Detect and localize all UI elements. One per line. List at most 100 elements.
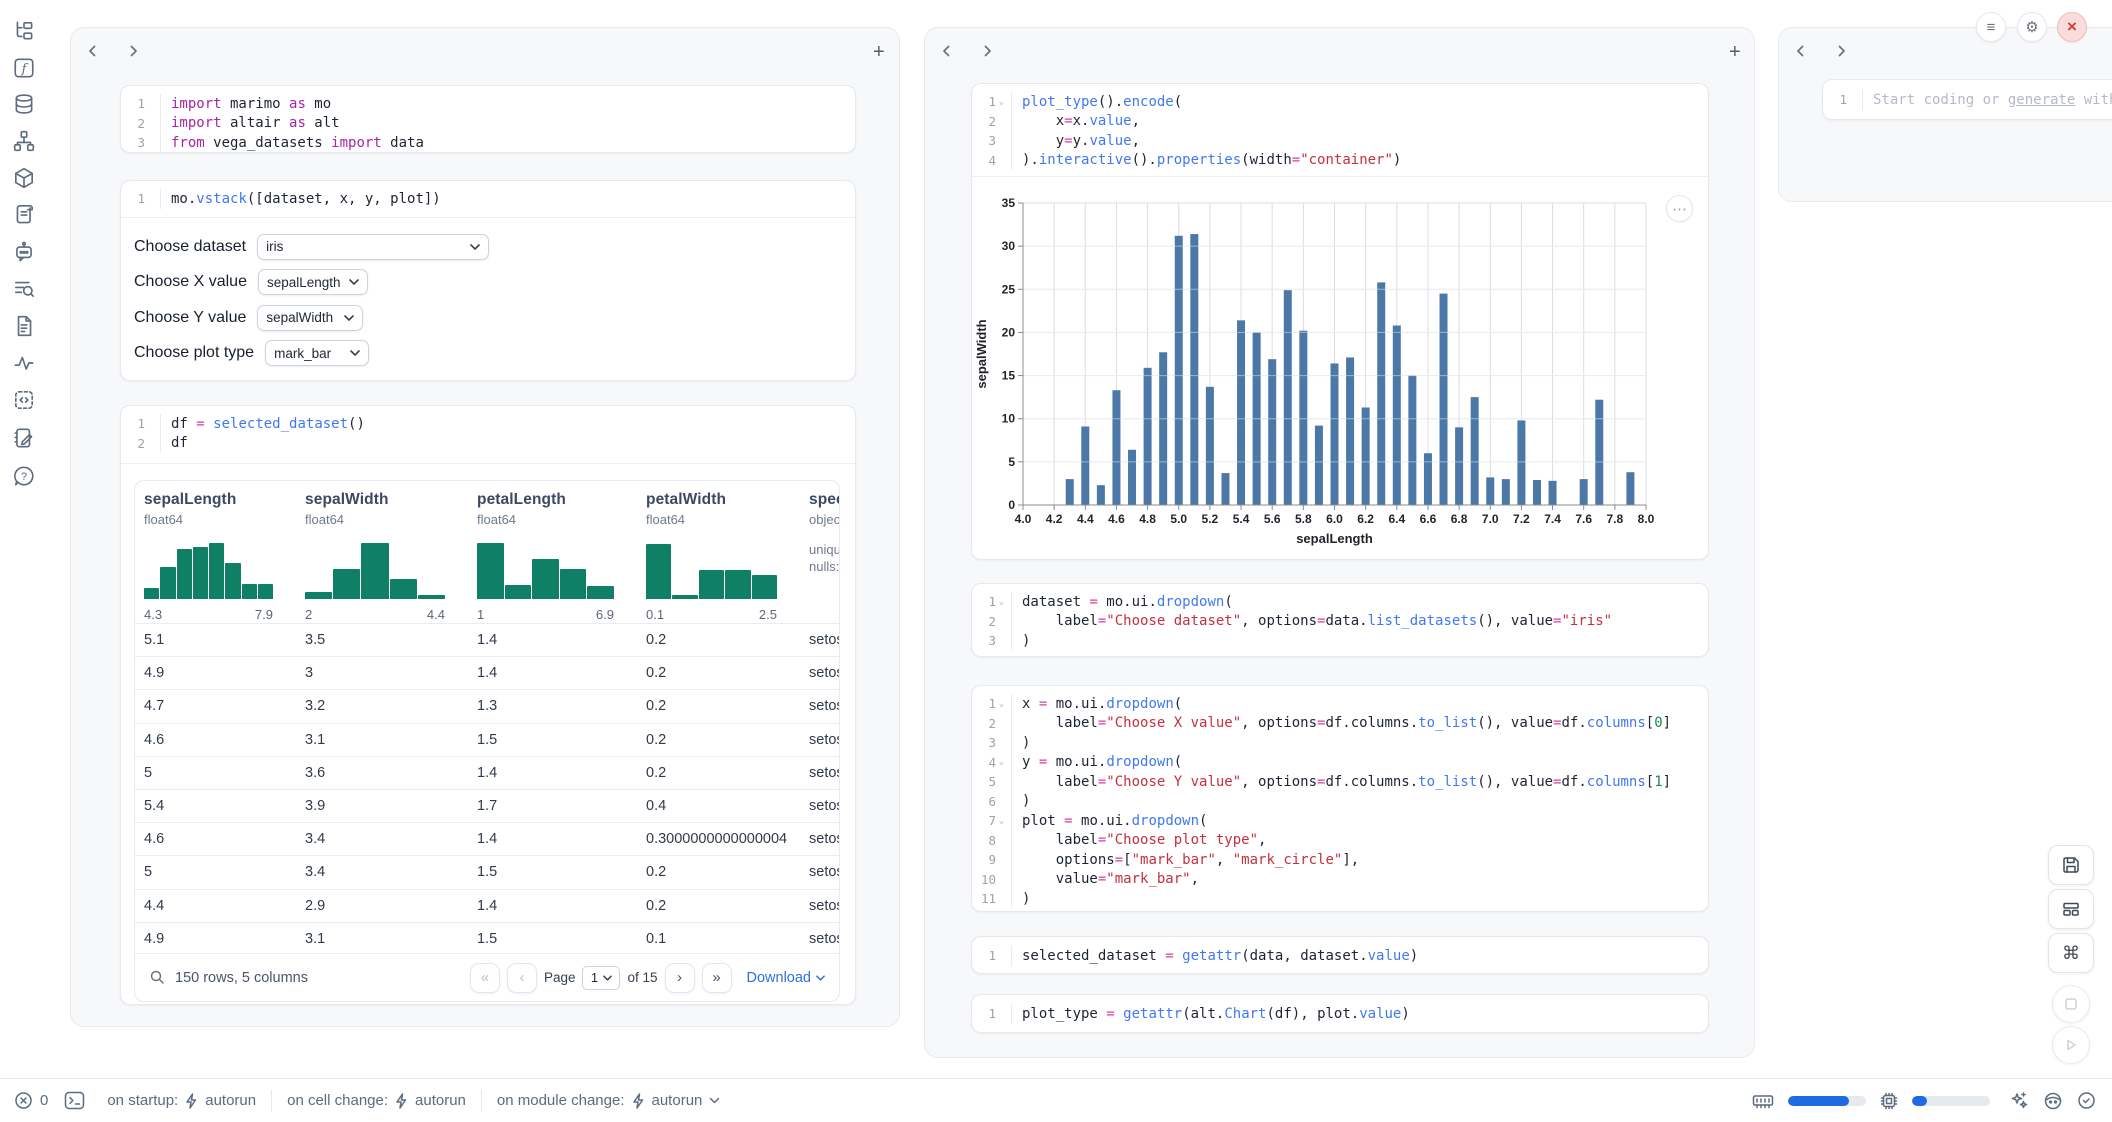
code-line[interactable]: 1⌄dataset = mo.ui.dropdown( [972,592,1708,612]
code-line[interactable]: 3) [972,733,1708,753]
activity-icon[interactable] [12,351,36,375]
code-line[interactable]: 10 value="mark_bar", [972,870,1708,890]
table-row[interactable]: 53.61.40.2setosa [135,756,840,789]
table-row[interactable]: 4.93.11.50.1setosa [135,922,840,955]
code-line[interactable]: 1⌄x = mo.ui.dropdown( [972,694,1708,714]
code-editor[interactable]: 1df = selected_dataset()2df [121,406,855,461]
code-snippet-icon[interactable] [12,388,36,412]
download-button[interactable]: Download [747,970,826,986]
save-button[interactable] [2048,845,2094,885]
column-prev-icon[interactable] [1793,43,1809,59]
dropdown-select[interactable]: iris [257,234,489,260]
table-column-header[interactable]: sepalWidthfloat6424.4 [296,491,468,623]
gear-icon[interactable]: ⚙ [2017,12,2047,42]
connection-status-icon[interactable] [2077,1091,2096,1110]
code-line[interactable]: 2import altair as alt [121,114,855,134]
on-cell-change-setting[interactable]: on cell change: autorun [287,1092,466,1109]
code-line[interactable]: 5 label="Choose Y value", options=df.col… [972,772,1708,792]
help-icon[interactable]: ? [12,464,36,488]
cell-selected-dataset[interactable]: 1selected_dataset = getattr(data, datase… [971,936,1709,974]
code-line[interactable]: 1import marimo as mo [121,94,855,114]
last-page-button[interactable]: » [702,963,732,993]
code-line[interactable]: 3) [972,631,1708,651]
fold-icon[interactable]: ⌄ [996,97,1007,107]
code-line[interactable]: 3 y=y.value, [972,131,1708,151]
sparkles-icon[interactable] [2010,1091,2029,1110]
cell-vstack[interactable]: 1mo.vstack([dataset, x, y, plot]) Choose… [120,180,856,381]
table-row[interactable]: 53.41.50.2setosa [135,855,840,888]
cell-dataset-dropdown[interactable]: 1⌄dataset = mo.ui.dropdown(2 label="Choo… [971,583,1709,657]
code-line[interactable]: 1df = selected_dataset() [121,414,855,434]
code-line[interactable]: 4).interactive().properties(width="conta… [972,151,1708,171]
code-line[interactable]: 1plot_type = getattr(alt.Chart(df), plot… [972,1004,1708,1024]
add-cell-button[interactable]: + [1729,42,1741,62]
code-line[interactable]: 1⌄plot_type().encode( [972,92,1708,112]
cell-dataframe[interactable]: 1df = selected_dataset()2df sepalLengthf… [120,405,856,1005]
script-icon[interactable] [12,202,36,226]
editor-placeholder[interactable]: Start coding or generate with AI [1863,92,2112,108]
code-editor[interactable]: 1selected_dataset = getattr(data, datase… [972,937,1708,975]
first-page-button[interactable]: « [470,963,500,993]
table-row[interactable]: 5.13.51.40.2setosa [135,623,840,656]
add-cell-button[interactable]: + [873,42,885,62]
table-row[interactable]: 4.63.41.40.3000000000000004setosa [135,822,840,855]
column-prev-icon[interactable] [85,43,101,59]
table-row[interactable]: 4.42.91.40.2setosa [135,889,840,922]
generate-ai-link[interactable]: generate [2008,92,2075,108]
bar-chart[interactable]: 051015202530354.04.24.44.64.85.05.25.45.… [972,177,1708,561]
table-column-header[interactable]: speciesobjectunique:nulls: [800,491,840,623]
code-line[interactable]: 8 label="Choose plot type", [972,831,1708,851]
bot-icon[interactable] [2043,1091,2063,1110]
page-select[interactable]: 1 [582,966,620,990]
code-line[interactable]: 11) [972,889,1708,909]
cell-plot-type[interactable]: 1plot_type = getattr(alt.Chart(df), plot… [971,994,1709,1033]
prev-page-button[interactable]: ‹ [507,963,537,993]
on-startup-setting[interactable]: on startup: autorun [107,1092,256,1109]
table-row[interactable]: 4.63.11.50.2setosa [135,723,840,756]
code-editor[interactable]: 1import marimo as mo2import altair as al… [121,86,855,161]
cell-empty[interactable]: 1 Start coding or generate with AI [1822,79,2112,120]
menu-icon[interactable]: ≡ [1976,12,2006,42]
cell-plot[interactable]: 1⌄plot_type().encode(2 x=x.value,3 y=y.v… [971,83,1709,560]
fold-icon[interactable]: ⌄ [996,757,1007,767]
code-line[interactable]: 2 label="Choose dataset", options=data.l… [972,612,1708,632]
code-line[interactable]: 6) [972,792,1708,812]
stop-button[interactable] [2052,985,2090,1023]
table-column-header[interactable]: sepalLengthfloat644.37.9 [135,491,296,623]
code-editor[interactable]: 1plot_type = getattr(alt.Chart(df), plot… [972,995,1708,1033]
code-line[interactable]: 7⌄plot = mo.ui.dropdown( [972,811,1708,831]
on-module-change-setting[interactable]: on module change: autorun [497,1092,720,1109]
code-editor[interactable]: 1⌄plot_type().encode(2 x=x.value,3 y=y.v… [972,84,1708,178]
terminal-button[interactable] [64,1091,85,1110]
column-prev-icon[interactable] [939,43,955,59]
dropdown-select[interactable]: sepalLength [258,269,368,295]
search-list-icon[interactable] [12,276,36,300]
code-line[interactable]: 2df [121,434,855,454]
package-icon[interactable] [12,166,36,190]
notebook-edit-icon[interactable] [12,426,36,450]
fold-icon[interactable]: ⌄ [996,816,1007,826]
dropdown-select[interactable]: mark_bar [265,340,369,366]
document-icon[interactable] [12,314,36,338]
code-line[interactable]: 1selected_dataset = getattr(data, datase… [972,946,1708,966]
run-button[interactable] [2052,1026,2090,1064]
dropdown-select[interactable]: sepalWidth [257,305,363,331]
search-icon[interactable] [149,969,166,986]
table-row[interactable]: 4.931.40.2setosa [135,656,840,689]
code-line[interactable]: 4⌄y = mo.ui.dropdown( [972,753,1708,773]
org-chart-icon[interactable] [12,129,36,153]
cell-imports[interactable]: 1import marimo as mo2import altair as al… [120,85,856,153]
code-editor[interactable]: 1mo.vstack([dataset, x, y, plot]) [121,181,855,217]
next-page-button[interactable]: › [665,963,695,993]
code-editor[interactable]: 1⌄x = mo.ui.dropdown(2 label="Choose X v… [972,686,1708,917]
code-editor[interactable]: 1⌄dataset = mo.ui.dropdown(2 label="Choo… [972,584,1708,659]
fold-icon[interactable]: ⌄ [996,699,1007,709]
command-palette-button[interactable]: ⌘ [2048,933,2094,973]
file-tree-icon[interactable] [12,19,36,43]
chat-bot-icon[interactable] [12,240,36,264]
column-next-icon[interactable] [125,43,141,59]
code-line[interactable]: 3from vega_datasets import data [121,133,855,153]
errors-indicator[interactable]: 0 [14,1091,48,1110]
chart-actions-icon[interactable]: ⋯ [1666,195,1693,222]
code-line[interactable]: 2 x=x.value, [972,112,1708,132]
